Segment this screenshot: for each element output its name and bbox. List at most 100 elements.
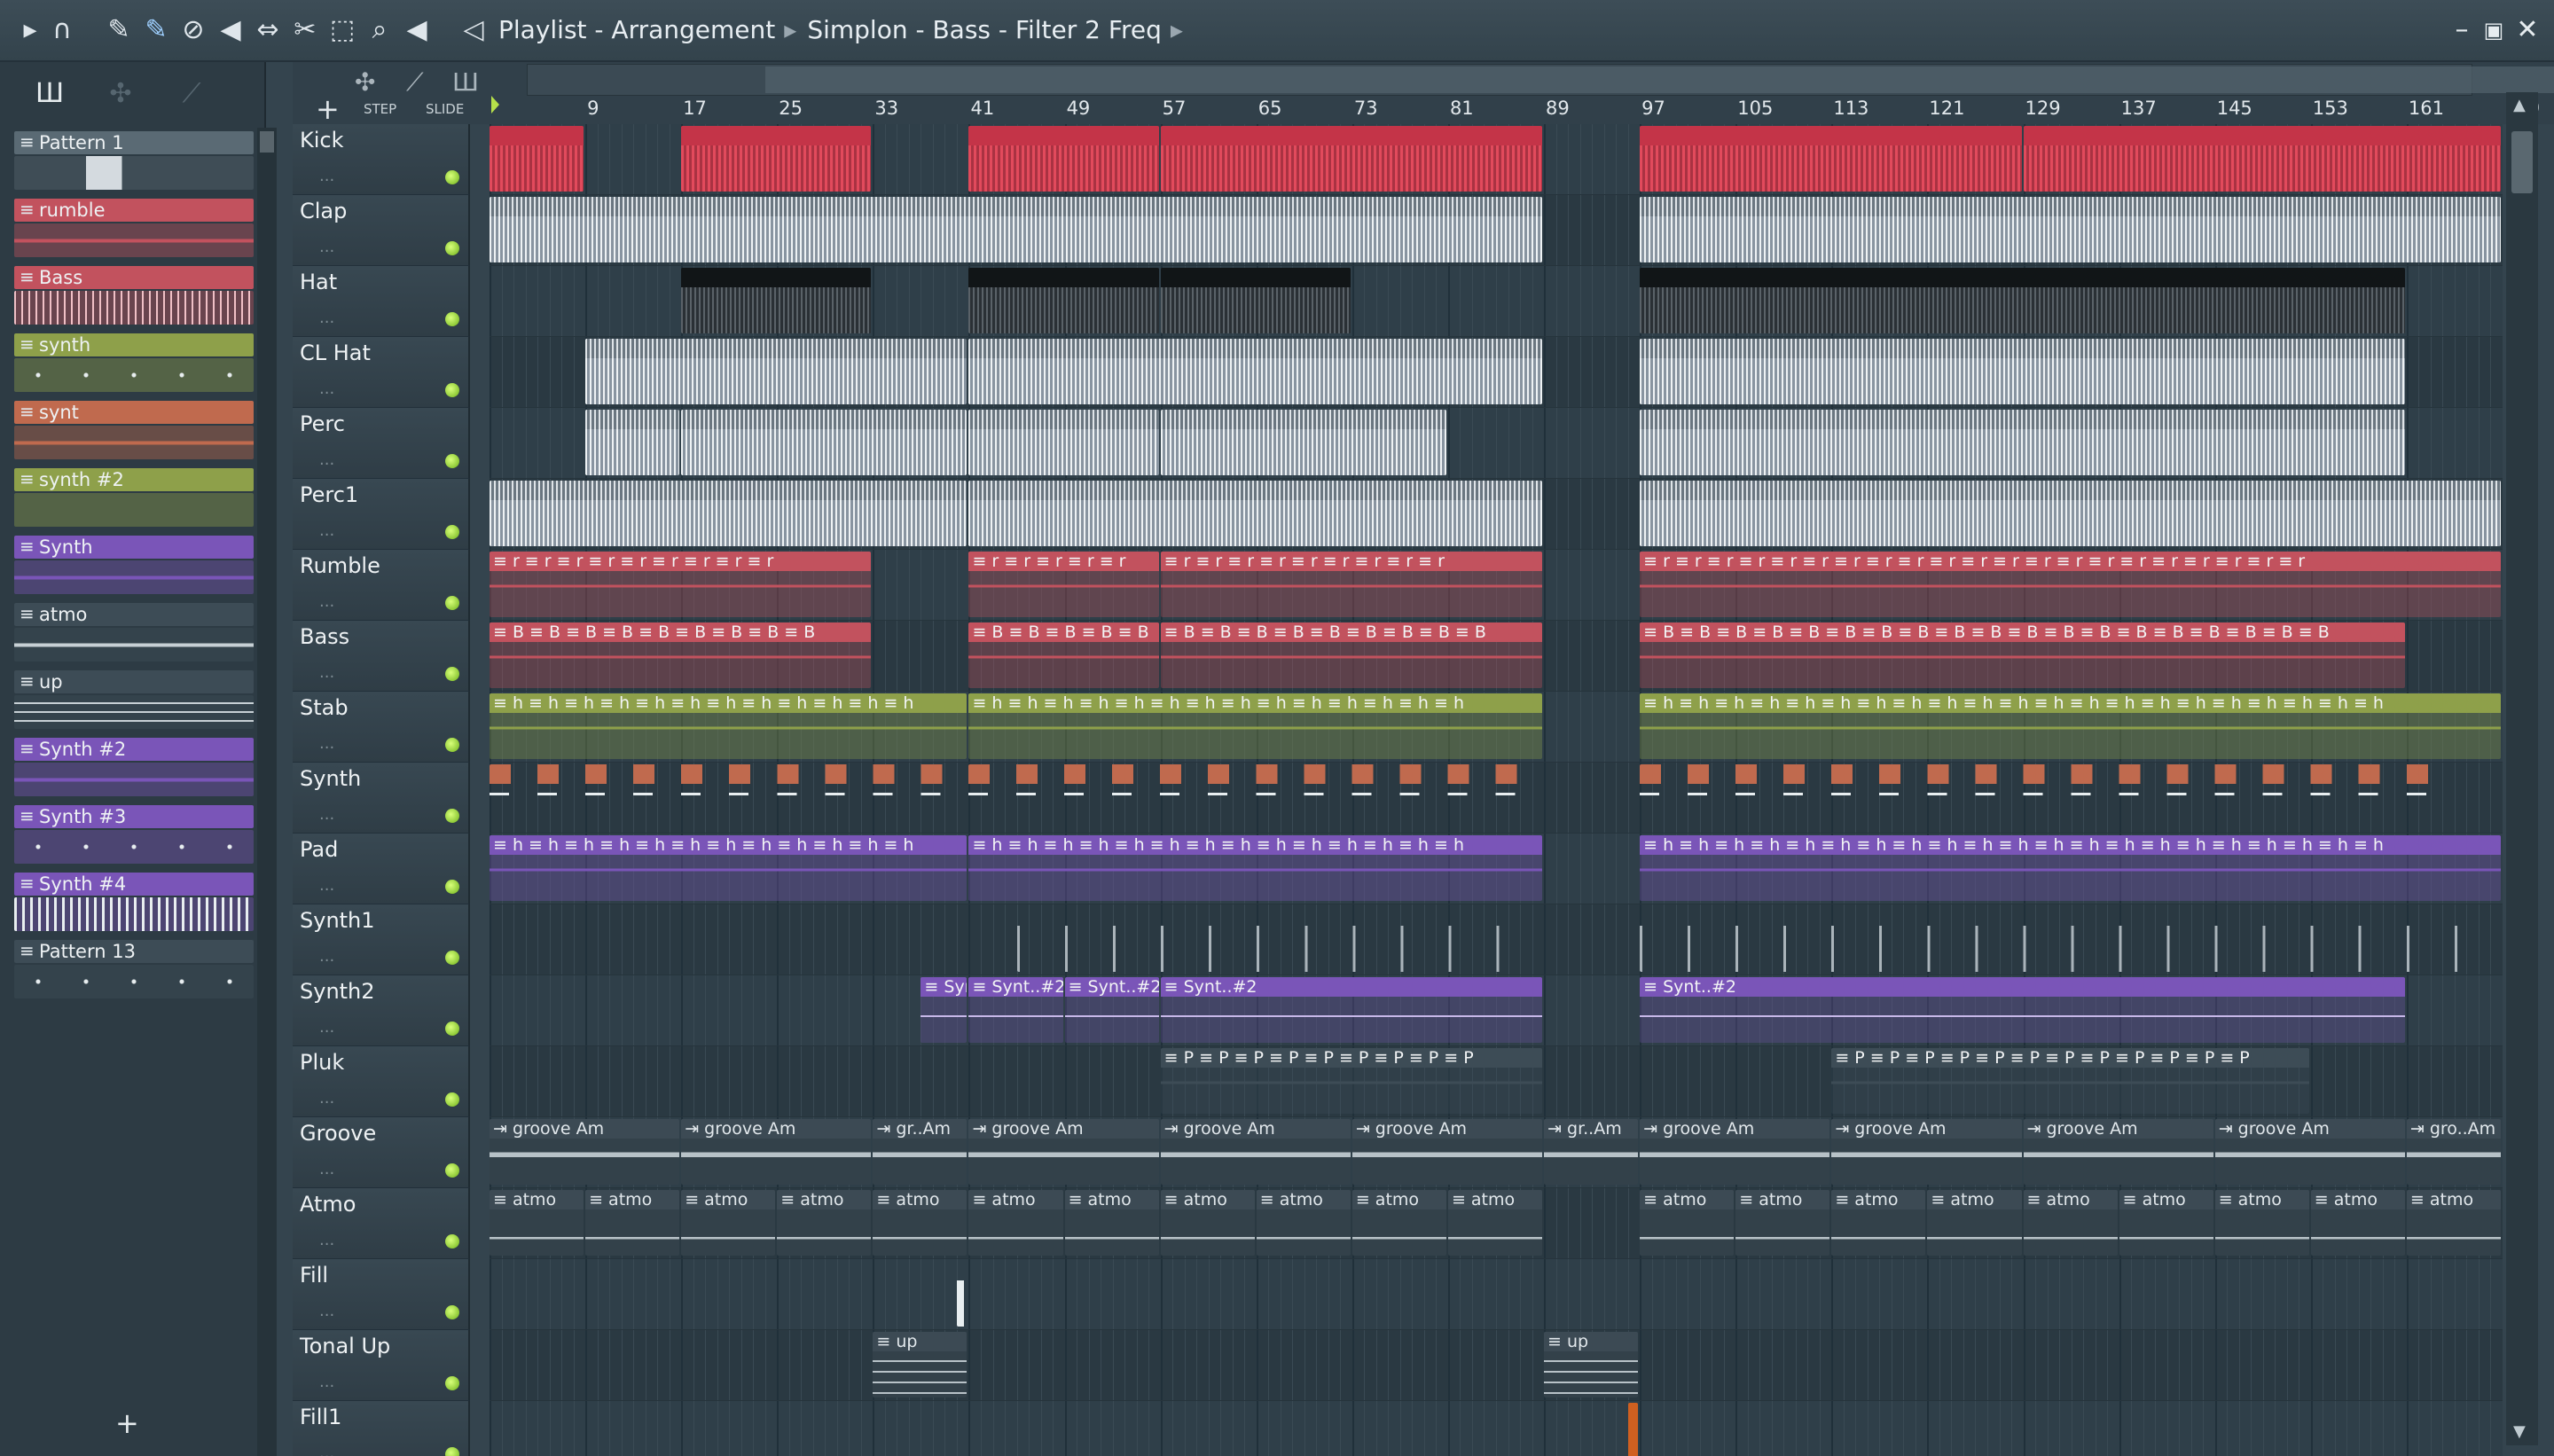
- clip[interactable]: [585, 339, 968, 404]
- track-header[interactable]: Perc1...: [293, 479, 470, 550]
- clip[interactable]: ≡ atmo: [2214, 1190, 2309, 1256]
- track-menu-icon[interactable]: ...: [319, 734, 334, 753]
- track-header[interactable]: Fill1...: [293, 1401, 470, 1456]
- clip[interactable]: ⇥ groove Am: [490, 1119, 680, 1185]
- pattern-item[interactable]: atmo: [12, 601, 254, 669]
- track-menu-icon[interactable]: ...: [319, 521, 334, 540]
- clip[interactable]: ⇥ gro..Am: [2406, 1119, 2501, 1185]
- mute-icon[interactable]: ◀: [213, 12, 248, 48]
- track-menu-icon[interactable]: ...: [319, 167, 334, 185]
- track-mute-led-icon[interactable]: [445, 1022, 459, 1036]
- clip[interactable]: [681, 126, 872, 192]
- automation-icon[interactable]: ⟋: [156, 78, 227, 109]
- clip[interactable]: ⇥ gr..Am: [1544, 1119, 1639, 1185]
- slice-icon[interactable]: ✂: [287, 12, 323, 48]
- track-mute-led-icon[interactable]: [445, 1092, 459, 1107]
- clip[interactable]: ⇥ groove Am: [2023, 1119, 2213, 1185]
- track-header[interactable]: Perc...: [293, 408, 470, 479]
- track-mute-led-icon[interactable]: [445, 170, 459, 184]
- clip[interactable]: ≡ B ≡ B ≡ B ≡ B ≡ B: [968, 622, 1159, 688]
- pattern-item[interactable]: rumble: [12, 197, 254, 264]
- clip[interactable]: [968, 410, 1159, 475]
- add-pattern-button[interactable]: +: [115, 1406, 139, 1440]
- overview-window[interactable]: [765, 67, 2554, 93]
- clip[interactable]: ≡ r ≡ r ≡ r ≡ r ≡ r: [968, 552, 1159, 617]
- track-header[interactable]: Synth1...: [293, 904, 470, 975]
- select-icon[interactable]: ⬚: [325, 12, 360, 48]
- scroll-thumb[interactable]: [2511, 131, 2533, 193]
- track-header[interactable]: Synth2...: [293, 975, 470, 1046]
- track-menu-icon[interactable]: ...: [319, 1160, 334, 1178]
- track-header[interactable]: Atmo...: [293, 1188, 470, 1259]
- clip[interactable]: [490, 126, 584, 192]
- pattern-grid-icon[interactable]: Ш: [452, 67, 479, 97]
- clip[interactable]: ≡ atmo: [1927, 1190, 2022, 1256]
- track-mute-led-icon[interactable]: [445, 454, 459, 468]
- track-menu-icon[interactable]: ...: [319, 380, 334, 398]
- track-mute-led-icon[interactable]: [445, 1376, 459, 1390]
- clip[interactable]: [1160, 126, 1543, 192]
- track-header[interactable]: CL Hat...: [293, 337, 470, 408]
- track-lane[interactable]: ≡ h ≡ h ≡ h ≡ h ≡ h ≡ h ≡ h ≡ h ≡ h ≡ h …: [490, 692, 2503, 763]
- track-header[interactable]: Hat...: [293, 266, 470, 337]
- clip[interactable]: ≡ P ≡ P ≡ P ≡ P ≡ P ≡ P ≡ P ≡ P ≡ P ≡ P …: [1831, 1048, 2309, 1114]
- clip[interactable]: ⇥ groove Am: [968, 1119, 1159, 1185]
- clip[interactable]: [1627, 1403, 1639, 1456]
- clip[interactable]: [968, 339, 1543, 404]
- clip[interactable]: ≡ h ≡ h ≡ h ≡ h ≡ h ≡ h ≡ h ≡ h ≡ h ≡ h …: [490, 835, 968, 901]
- track-menu-icon[interactable]: ...: [319, 1018, 334, 1037]
- clip[interactable]: ≡ Synt..#2: [1640, 977, 2405, 1043]
- track-mute-led-icon[interactable]: [445, 525, 459, 539]
- track-menu-icon[interactable]: ...: [319, 1444, 334, 1456]
- clip[interactable]: [490, 764, 968, 830]
- clip[interactable]: [1640, 268, 2405, 333]
- pattern-item[interactable]: synth #2: [12, 466, 254, 534]
- pencil-icon[interactable]: ✎: [101, 12, 137, 48]
- pattern-item[interactable]: Synth #2: [12, 736, 254, 803]
- clip[interactable]: ≡ h ≡ h ≡ h ≡ h ≡ h ≡ h ≡ h ≡ h ≡ h ≡ h …: [968, 835, 1543, 901]
- track-mute-led-icon[interactable]: [445, 1234, 459, 1249]
- vertical-scrollbar[interactable]: ▲ ▼: [2506, 92, 2538, 1445]
- slide-toggle[interactable]: SLIDE: [426, 101, 464, 117]
- track-header[interactable]: Stab...: [293, 692, 470, 763]
- clip[interactable]: ≡ atmo: [681, 1190, 776, 1256]
- clip[interactable]: ≡ Synt..#2: [968, 977, 1063, 1043]
- clip[interactable]: ≡ atmo: [1640, 1190, 1735, 1256]
- zoom-icon[interactable]: ⌕: [362, 12, 397, 48]
- track-lane[interactable]: ≡ r ≡ r ≡ r ≡ r ≡ r ≡ r ≡ r ≡ r ≡ r ≡ r …: [490, 550, 2503, 621]
- speaker-icon[interactable]: ◁: [456, 12, 491, 48]
- pattern-item[interactable]: up: [12, 669, 254, 736]
- clip[interactable]: [968, 481, 1543, 546]
- clip[interactable]: ≡ Synt..#2: [1160, 977, 1543, 1043]
- clip[interactable]: ≡ atmo: [585, 1190, 680, 1256]
- track-lane[interactable]: ≡ up ≡ up: [490, 1330, 2503, 1401]
- clip[interactable]: ≡ atmo: [968, 1190, 1063, 1256]
- clip[interactable]: [490, 481, 968, 546]
- track-lane[interactable]: ⇥ groove Am ⇥ groove Am ⇥ gr..Am ⇥ groove A…: [490, 1117, 2503, 1188]
- clip[interactable]: ≡ Synt..#2: [921, 977, 968, 1043]
- clip[interactable]: [1640, 197, 2501, 262]
- clip[interactable]: [2023, 126, 2501, 192]
- clip[interactable]: ≡ r ≡ r ≡ r ≡ r ≡ r ≡ r ≡ r ≡ r ≡ r: [490, 552, 872, 617]
- clip[interactable]: [681, 410, 968, 475]
- track-menu-icon[interactable]: ...: [319, 1373, 334, 1391]
- clip[interactable]: ⇥ groove Am: [681, 1119, 872, 1185]
- track-mute-led-icon[interactable]: [445, 1163, 459, 1178]
- clip[interactable]: ≡ P ≡ P ≡ P ≡ P ≡ P ≡ P ≡ P ≡ P ≡ P: [1160, 1048, 1543, 1114]
- clip[interactable]: ⇥ groove Am: [1160, 1119, 1351, 1185]
- playback-icon[interactable]: ◀: [399, 12, 435, 48]
- clip[interactable]: [1016, 906, 1543, 972]
- pattern-item[interactable]: synt: [12, 399, 254, 466]
- clip[interactable]: ≡ h ≡ h ≡ h ≡ h ≡ h ≡ h ≡ h ≡ h ≡ h ≡ h …: [490, 693, 968, 759]
- track-header[interactable]: Groove...: [293, 1117, 470, 1188]
- clip[interactable]: ≡ atmo: [1831, 1190, 1926, 1256]
- track-header[interactable]: Rumble...: [293, 550, 470, 621]
- track-menu-icon[interactable]: ...: [319, 947, 334, 966]
- clip[interactable]: [968, 764, 1543, 830]
- track-lane[interactable]: [490, 195, 2503, 266]
- clip[interactable]: ≡ B ≡ B ≡ B ≡ B ≡ B ≡ B ≡ B ≡ B ≡ B: [1160, 622, 1543, 688]
- track-header[interactable]: Synth...: [293, 763, 470, 834]
- clip[interactable]: ⇥ groove Am: [1831, 1119, 2022, 1185]
- clip[interactable]: ≡ atmo: [1160, 1190, 1255, 1256]
- track-mute-led-icon[interactable]: [445, 241, 459, 255]
